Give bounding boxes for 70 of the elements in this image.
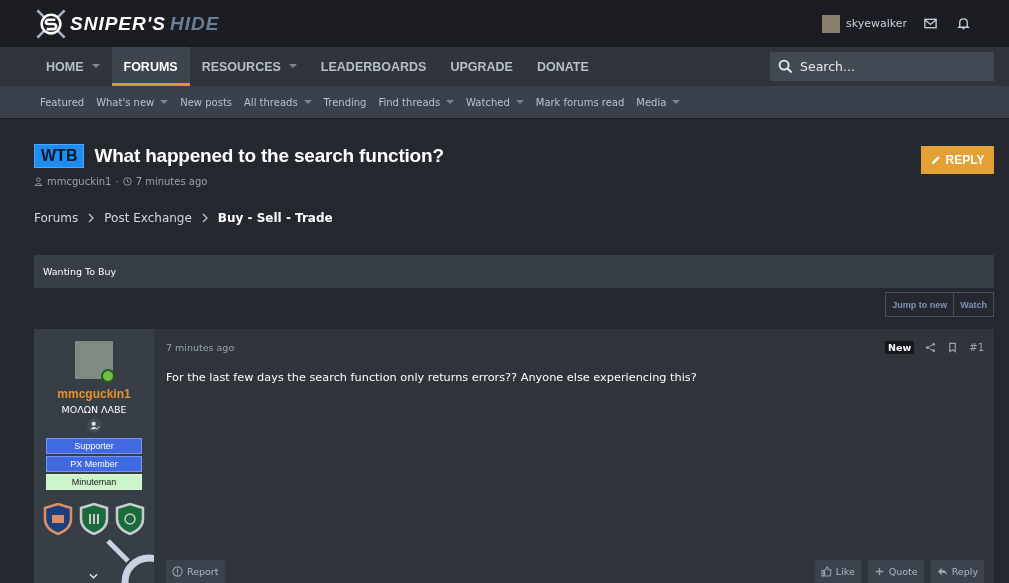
chevron-right-icon (201, 213, 208, 223)
online-status-icon (101, 369, 115, 383)
search-icon[interactable] (778, 59, 793, 74)
user-banner: PX Member (46, 456, 142, 472)
caret-icon[interactable] (303, 99, 312, 105)
site-logo[interactable]: SNIPER'S HIDE (34, 6, 220, 41)
nav-tab[interactable]: RESOURCES (189, 47, 309, 86)
nav-tab[interactable]: HOME (34, 47, 112, 86)
user-avatar[interactable] (821, 14, 840, 33)
nav-tab[interactable]: UPGRADE (438, 47, 525, 86)
shield-badge-icon (115, 503, 145, 535)
pencil-icon (930, 155, 941, 165)
subnav-link[interactable]: Featured (40, 96, 85, 108)
separator-dot: · (115, 176, 119, 187)
user-check-icon (86, 418, 102, 433)
plus-icon (873, 566, 885, 577)
thread-action-button[interactable]: Watch (954, 292, 994, 317)
user-banner: Minuteman (46, 474, 142, 490)
subnav-link[interactable]: Find threads (378, 96, 455, 108)
caret-icon[interactable] (446, 99, 455, 105)
thumbs-up-icon (820, 566, 832, 577)
chevron-down-icon[interactable] (89, 573, 98, 579)
subnav-link[interactable]: All threads (244, 96, 312, 108)
reply-arrow-icon (936, 566, 948, 577)
caret-icon[interactable] (288, 64, 297, 69)
thread-title: What happened to the search function? (94, 145, 444, 167)
exclamation-circle-icon (172, 566, 183, 577)
caret-icon[interactable] (515, 99, 524, 105)
post-action-button[interactable]: Like (814, 560, 861, 583)
post-action-button[interactable]: Quote (867, 560, 924, 583)
thread-time: 7 minutes ago (135, 176, 208, 187)
person-icon (34, 177, 43, 186)
shield-badge-icon (79, 503, 109, 535)
subnav-link[interactable]: Media (636, 96, 681, 108)
subnav-link[interactable]: New posts (180, 96, 233, 108)
report-button[interactable]: Report (166, 560, 225, 583)
post-message: For the last few days the search function only returns errors?? Anyone else experiencing this? (166, 371, 698, 384)
chevron-right-icon (88, 213, 95, 223)
clock-icon (122, 177, 132, 186)
post-number-link[interactable]: #1 (969, 342, 984, 353)
user-title: ΜΟΛΩΝ ΛΑΒΕ (61, 404, 127, 415)
search-field[interactable]: Search... (770, 52, 994, 81)
post-action-button[interactable]: Reply (930, 560, 984, 583)
subnav-link[interactable]: What's new (96, 96, 169, 108)
envelope-icon[interactable] (923, 16, 938, 31)
breadcrumb-link[interactable]: Forums (34, 211, 79, 225)
caret-icon[interactable] (160, 99, 169, 105)
subnav-link[interactable]: Trending (323, 96, 367, 108)
post-time[interactable]: 7 minutes ago (166, 342, 235, 353)
share-icon[interactable] (925, 342, 937, 353)
subnav-link[interactable]: Watched (466, 96, 524, 108)
bookmark-icon[interactable] (947, 342, 959, 353)
post-username[interactable]: mmcguckin1 (57, 387, 131, 401)
nav-tab[interactable]: FORUMS (111, 47, 190, 86)
caret-icon[interactable] (91, 64, 100, 69)
user-banner: Supporter (46, 438, 142, 454)
breadcrumb-link[interactable]: Post Exchange (104, 211, 192, 225)
shield-badge-icon (43, 503, 73, 535)
thread-prefix-label[interactable]: WTB (34, 144, 85, 168)
nav-tab[interactable]: LEADERBOARDS (308, 47, 439, 86)
nav-tab[interactable]: DONATE (524, 47, 601, 86)
username-link[interactable]: skyewalker (845, 17, 907, 30)
bell-icon[interactable] (956, 16, 971, 31)
new-label: New (885, 341, 915, 354)
category-label: Wanting To Buy (43, 266, 117, 277)
breadcrumb-link[interactable]: Buy - Sell - Trade (217, 211, 333, 225)
caret-icon[interactable] (672, 99, 681, 105)
thread-action-button[interactable]: Jump to new (885, 292, 955, 317)
subnav-link[interactable]: Mark forums read (535, 96, 625, 108)
author-link[interactable]: mmcguckin1 (47, 176, 112, 187)
